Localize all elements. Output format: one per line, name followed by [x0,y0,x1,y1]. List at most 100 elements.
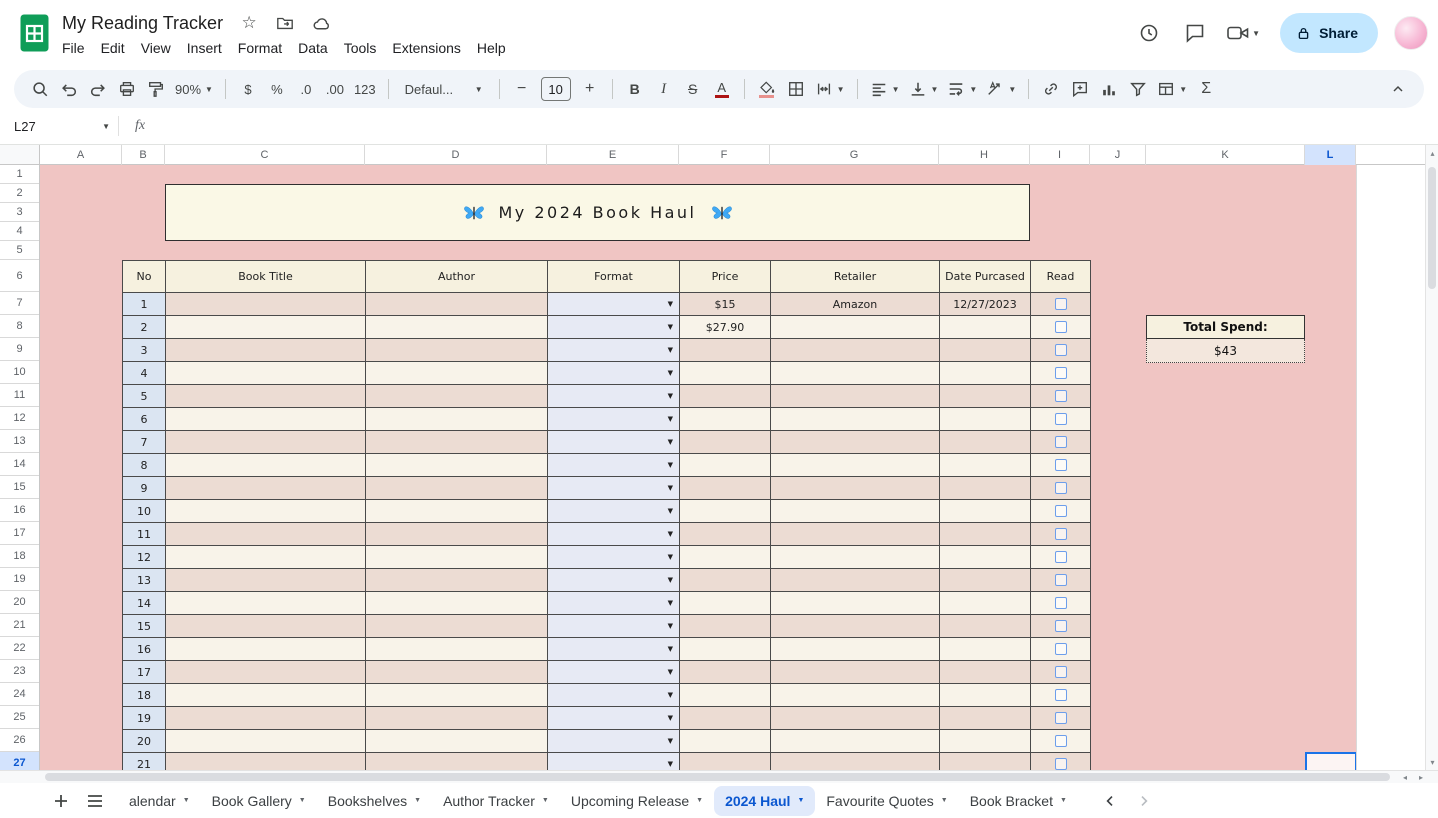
read-checkbox[interactable] [1054,298,1067,310]
cell-title[interactable] [165,637,366,661]
cell-no[interactable]: 4 [122,361,166,385]
column-header-K[interactable]: K [1146,145,1305,165]
chevron-down-icon[interactable]: ▼ [542,797,549,804]
cell-no[interactable]: 17 [122,660,166,684]
dropdown-arrow-icon[interactable]: ▼ [668,415,673,423]
menu-data[interactable]: Data [290,38,336,58]
scroll-down-icon[interactable]: ▾ [1426,755,1438,769]
dropdown-arrow-icon[interactable]: ▼ [668,323,673,331]
sheet-tab-bookshelves[interactable]: Bookshelves ▼ [317,783,432,818]
borders-button[interactable] [782,75,810,103]
sheet-tab-alendar[interactable]: alendar ▼ [118,783,201,818]
cell-price[interactable] [679,522,771,546]
cell-date[interactable] [939,384,1031,408]
zoom-select[interactable]: 90% ▼ [171,75,217,103]
cell-retailer[interactable] [770,522,940,546]
row-header-8[interactable]: 8 [0,315,39,338]
row-header-17[interactable]: 17 [0,522,39,545]
row-header-1[interactable]: 1 [0,165,39,184]
selected-cell-L27[interactable] [1305,752,1356,770]
currency-format-button[interactable]: $ [234,75,262,103]
cell-author[interactable] [365,430,548,454]
cell-author[interactable] [365,637,548,661]
cell-author[interactable] [365,660,548,684]
cell-retailer[interactable] [770,315,940,339]
cell-author[interactable] [365,545,548,569]
cell-title[interactable] [165,568,366,592]
menu-file[interactable]: File [54,38,93,58]
cell-price[interactable]: $27.90 [679,315,771,339]
column-header-J[interactable]: J [1090,145,1146,165]
cell-title[interactable] [165,407,366,431]
read-checkbox[interactable] [1054,390,1067,402]
chevron-down-icon[interactable]: ▼ [797,797,804,804]
horizontal-align-button[interactable]: ▼ [866,75,904,103]
row-header-24[interactable]: 24 [0,683,39,706]
cell-price[interactable] [679,407,771,431]
row-header-7[interactable]: 7 [0,292,39,315]
more-formats-button[interactable]: 123 [350,75,380,103]
insert-chart-icon[interactable] [1095,75,1123,103]
add-sheet-button[interactable] [46,786,76,816]
cell-retailer[interactable] [770,499,940,523]
share-button[interactable]: Share [1280,13,1378,53]
search-icon[interactable] [26,75,54,103]
cell-date[interactable] [939,476,1031,500]
cell-title[interactable] [165,729,366,753]
cell-retailer[interactable] [770,384,940,408]
cell-no[interactable]: 16 [122,637,166,661]
dropdown-arrow-icon[interactable]: ▼ [668,507,673,515]
cell-author[interactable] [365,315,548,339]
cell-retailer[interactable] [770,453,940,477]
cell-format-dropdown[interactable]: ▼ [547,729,680,753]
font-size-input[interactable]: 10 [540,77,571,101]
sheet-canvas[interactable]: My 2024 Book Haul No Book Title Author Form… [40,165,1356,770]
table-views-button[interactable]: ▼ [1153,75,1191,103]
cell-price[interactable] [679,660,771,684]
column-header-L[interactable]: L [1305,145,1356,165]
decrease-font-size-button[interactable]: − [508,75,536,103]
row-header-20[interactable]: 20 [0,591,39,614]
row-header-14[interactable]: 14 [0,453,39,476]
paint-format-icon[interactable] [142,75,170,103]
functions-button[interactable]: Σ [1192,75,1220,103]
percent-format-button[interactable]: % [263,75,291,103]
cell-date[interactable] [939,568,1031,592]
cell-date[interactable] [939,430,1031,454]
cell-title[interactable] [165,614,366,638]
cell-price[interactable] [679,752,771,770]
cell-date[interactable] [939,683,1031,707]
vertical-align-button[interactable]: ▼ [905,75,943,103]
cell-author[interactable] [365,292,548,316]
cell-author[interactable] [365,522,548,546]
dropdown-arrow-icon[interactable]: ▼ [668,553,673,561]
cell-author[interactable] [365,706,548,730]
cell-date[interactable] [939,453,1031,477]
cell-retailer[interactable] [770,706,940,730]
merge-cells-button[interactable]: ▼ [811,75,849,103]
read-checkbox[interactable] [1054,321,1067,333]
italic-button[interactable]: I [650,75,678,103]
row-header-23[interactable]: 23 [0,660,39,683]
menu-view[interactable]: View [133,38,179,58]
column-header-H[interactable]: H [939,145,1030,165]
dropdown-arrow-icon[interactable]: ▼ [668,760,673,768]
total-spend-value[interactable]: $43 [1146,339,1305,363]
cell-title[interactable] [165,706,366,730]
cell-price[interactable] [679,637,771,661]
cell-date[interactable] [939,706,1031,730]
read-checkbox[interactable] [1054,482,1067,494]
cell-retailer[interactable]: Amazon [770,292,940,316]
title-banner[interactable]: My 2024 Book Haul [165,184,1030,241]
cell-format-dropdown[interactable]: ▼ [547,522,680,546]
dropdown-arrow-icon[interactable]: ▼ [668,576,673,584]
undo-icon[interactable] [55,75,83,103]
read-checkbox[interactable] [1054,344,1067,356]
read-checkbox[interactable] [1054,413,1067,425]
column-header-B[interactable]: B [122,145,165,165]
cell-format-dropdown[interactable]: ▼ [547,407,680,431]
cell-no[interactable]: 13 [122,568,166,592]
tabs-scroll-left-icon[interactable] [1102,793,1118,809]
sheet-tab-favourite-quotes[interactable]: Favourite Quotes ▼ [815,783,958,818]
cell-date[interactable] [939,729,1031,753]
